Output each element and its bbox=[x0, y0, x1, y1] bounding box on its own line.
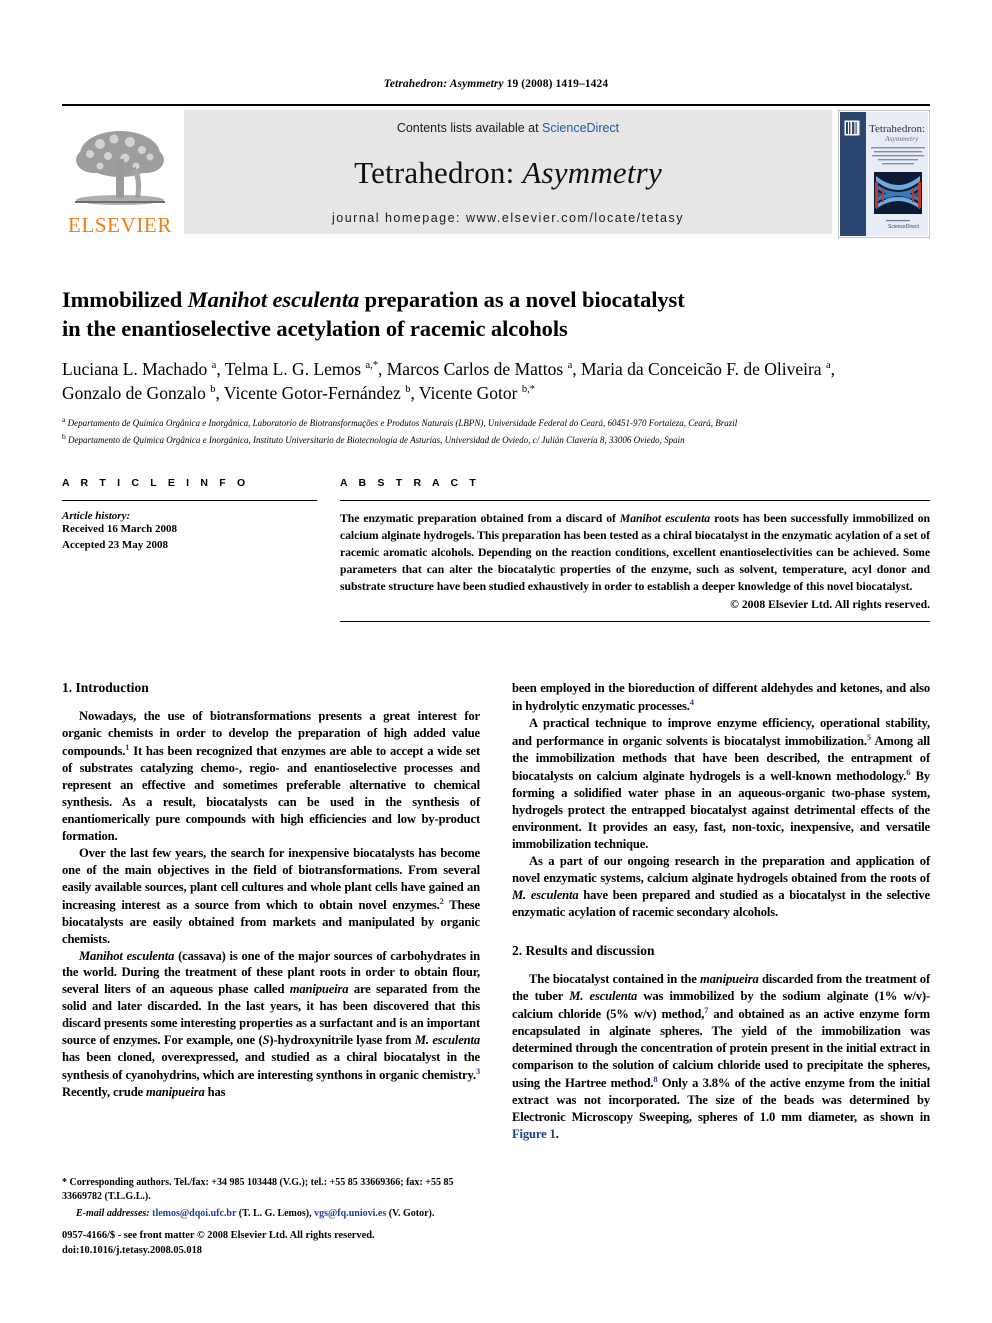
abstract-heading: A B S T R A C T bbox=[340, 477, 480, 489]
italic-term: manipueira bbox=[289, 982, 349, 997]
contents-prefix: Contents lists available at bbox=[396, 121, 543, 135]
italic-term: Manihot esculenta bbox=[79, 948, 175, 963]
reference-marker[interactable]: 3 bbox=[476, 1067, 480, 1076]
info-abstract-block: A R T I C L E I N F O Article history: R… bbox=[62, 477, 930, 623]
affiliation-a-text: Departamento de Química Orgânica e Inorg… bbox=[67, 418, 738, 429]
email-owner-gotor: (V. Gotor). bbox=[386, 1207, 435, 1219]
article-info-column: A R T I C L E I N F O Article history: R… bbox=[62, 477, 317, 622]
cover-sciencedirect-label: ScienceDirect bbox=[888, 224, 919, 230]
body-paragraph: Manihot esculenta (cassava) is one of th… bbox=[62, 948, 480, 1102]
affiliation-b: b Departamento de Química Orgânica e Ino… bbox=[62, 432, 685, 446]
title-part-1: Immobilized bbox=[62, 287, 188, 312]
email-link-lemos[interactable]: tlemos@dqoi.ufc.br bbox=[152, 1208, 236, 1219]
italic-term: M. esculenta bbox=[569, 988, 638, 1003]
journal-title-main: Tetrahedron: bbox=[354, 155, 523, 190]
italic-term: manipueira bbox=[146, 1085, 205, 1100]
body-text: )-hydroxynitrile lyase from bbox=[269, 1033, 415, 1048]
abstract-rule bbox=[340, 500, 930, 501]
abstract-copyright: © 2008 Elsevier Ltd. All rights reserved… bbox=[730, 598, 930, 612]
journal-cover-thumbnail: Tetrahedron: Asymmetry ScienceDirect bbox=[837, 109, 931, 239]
author-line-1: Luciana L. Machado a, Telma L. G. Lemos … bbox=[62, 358, 835, 379]
article-accepted-date: Accepted 23 May 2008 bbox=[62, 538, 169, 551]
section-heading-results: 2. Results and discussion bbox=[512, 942, 655, 958]
body-text: has been cloned, overexpressed, and stud… bbox=[62, 1050, 480, 1083]
body-column-right: been employed in the bioreduction of dif… bbox=[512, 680, 930, 1142]
elsevier-tree-icon bbox=[75, 131, 165, 205]
running-head: Tetrahedron: Asymmetry 19 (2008) 1419–14… bbox=[0, 78, 992, 90]
abstract-text: The enzymatic preparation obtained from … bbox=[340, 510, 930, 595]
title-block: Immobilized Manihot esculenta preparatio… bbox=[62, 286, 930, 448]
article-info-heading: A R T I C L E I N F O bbox=[62, 477, 250, 489]
journal-masthead: ELSEVIER Contents lists available at Sci… bbox=[62, 104, 931, 239]
italic-term: M. esculenta bbox=[414, 1033, 480, 1048]
journal-title-sub: Asymmetry bbox=[522, 155, 662, 190]
email-owner-lemos: (T. L. G. Lemos), bbox=[236, 1207, 315, 1219]
affiliation-b-text: Departamento de Química Orgânica e Inorg… bbox=[68, 435, 685, 446]
abstract-bottom-rule bbox=[340, 621, 930, 623]
author-line-2: Gonzalo de Gonzalo b, Vicente Gotor-Fern… bbox=[62, 383, 535, 404]
figure-cross-reference[interactable]: Figure 1 bbox=[512, 1127, 556, 1141]
reference-marker[interactable]: 4 bbox=[690, 698, 694, 707]
author-list: Luciana L. Machado a, Telma L. G. Lemos … bbox=[62, 357, 930, 407]
issn-copyright-line: 0957-4166/$ - see front matter © 2008 El… bbox=[62, 1230, 375, 1241]
body-text: . bbox=[555, 1126, 559, 1141]
title-line-2: in the enantioselective acetylation of r… bbox=[62, 315, 568, 341]
italic-term: M. esculenta bbox=[512, 887, 579, 902]
abstract-column: A B S T R A C T The enzymatic preparatio… bbox=[340, 477, 930, 623]
body-text: been employed in the bioreduction of dif… bbox=[512, 681, 930, 714]
corresponding-author-note: * Corresponding authors. Tel./fax: +34 9… bbox=[62, 1177, 454, 1202]
body-paragraph: As a part of our ongoing research in the… bbox=[512, 853, 930, 921]
svg-text:Asymmetry: Asymmetry bbox=[884, 134, 919, 143]
article-received-date: Received 16 March 2008 bbox=[62, 523, 177, 535]
body-paragraph: The biocatalyst contained in the manipue… bbox=[512, 971, 930, 1143]
running-head-journal: Tetrahedron: Asymmetry bbox=[383, 78, 504, 90]
elsevier-logo: ELSEVIER bbox=[62, 110, 178, 238]
masthead-center: Contents lists available at ScienceDirec… bbox=[184, 110, 832, 234]
contents-available-line: Contents lists available at ScienceDirec… bbox=[397, 121, 619, 135]
doi-line: doi:10.1016/j.tetasy.2008.05.018 bbox=[62, 1244, 202, 1256]
body-column-left: 1. Introduction Nowadays, the use of bio… bbox=[62, 680, 480, 1142]
left-column-paragraphs: Nowadays, the use of biotransformations … bbox=[62, 708, 480, 1101]
journal-title: Tetrahedron: Asymmetry bbox=[354, 155, 662, 191]
journal-homepage[interactable]: journal homepage: www.elsevier.com/locat… bbox=[332, 211, 684, 225]
body-columns: 1. Introduction Nowadays, the use of bio… bbox=[62, 680, 930, 1142]
right-column-paragraphs: been employed in the bioreduction of dif… bbox=[512, 680, 930, 1142]
body-text: Over the last few years, the search for … bbox=[62, 845, 480, 912]
email-addresses-label: E-mail addresses: bbox=[76, 1207, 150, 1219]
article-info-rule bbox=[62, 500, 317, 501]
email-link-gotor[interactable]: vgs@fq.uniovi.es bbox=[314, 1208, 386, 1219]
abstract-part-1: The enzymatic preparation obtained from … bbox=[340, 512, 620, 525]
body-text: has bbox=[204, 1085, 226, 1100]
title-part-2: preparation as a novel biocatalyst bbox=[359, 287, 685, 312]
page-title: Immobilized Manihot esculenta preparatio… bbox=[62, 286, 930, 344]
body-text: Recently, crude bbox=[62, 1085, 146, 1100]
body-paragraph: Nowadays, the use of biotransformations … bbox=[62, 708, 480, 845]
italic-term: manipueira bbox=[699, 971, 759, 986]
body-paragraph: been employed in the bioreduction of dif… bbox=[512, 680, 930, 715]
affiliation-a: a Departamento de Química Orgânica e Ino… bbox=[62, 415, 738, 429]
footnote-block: * Corresponding authors. Tel./fax: +34 9… bbox=[62, 1176, 480, 1230]
body-text: As a part of our ongoing research in the… bbox=[512, 853, 930, 885]
body-text: The biocatalyst contained in the bbox=[529, 971, 700, 986]
affiliations: a Departamento de Química Orgânica e Ino… bbox=[62, 414, 930, 448]
elsevier-wordmark: ELSEVIER bbox=[68, 213, 172, 237]
title-species: Manihot esculenta bbox=[187, 287, 360, 312]
email-addresses-note: E-mail addresses: tlemos@dqoi.ufc.br (T.… bbox=[62, 1207, 480, 1221]
body-text: It has been recognized that enzymes are … bbox=[62, 744, 480, 843]
cover-image: Tetrahedron: Asymmetry ScienceDirect bbox=[837, 109, 931, 239]
section-heading-introduction: 1. Introduction bbox=[62, 680, 149, 695]
body-paragraph: A practical technique to improve enzyme … bbox=[512, 715, 930, 853]
imprint-block: 0957-4166/$ - see front matter © 2008 El… bbox=[62, 1229, 492, 1259]
running-head-citation: 19 (2008) 1419–1424 bbox=[503, 78, 609, 90]
body-paragraph: Over the last few years, the search for … bbox=[62, 845, 480, 948]
abstract-species: Manihot esculenta bbox=[619, 512, 711, 525]
article-history-label: Article history: bbox=[62, 510, 131, 522]
sciencedirect-link[interactable]: ScienceDirect bbox=[542, 121, 619, 135]
paper-page: Tetrahedron: Asymmetry 19 (2008) 1419–14… bbox=[0, 0, 992, 1323]
